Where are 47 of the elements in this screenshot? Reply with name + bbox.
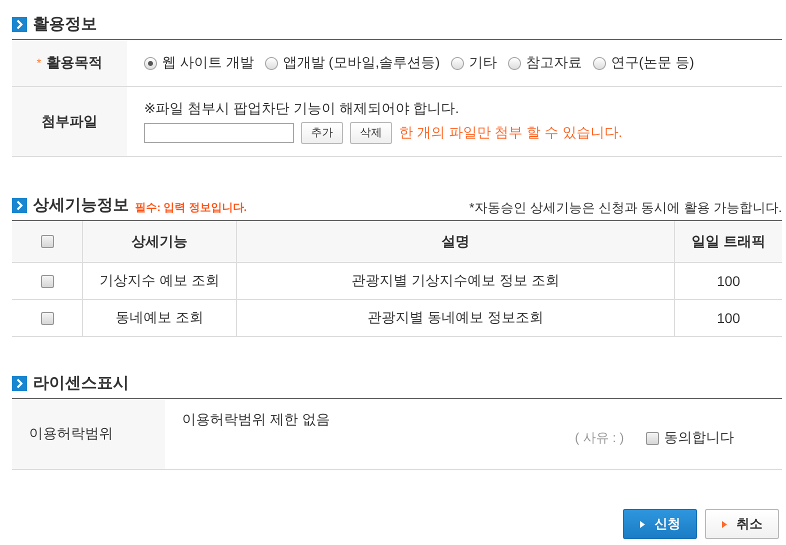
radio-button[interactable] — [264, 56, 278, 70]
chevron-right-icon — [12, 198, 27, 213]
radio-button[interactable] — [508, 56, 521, 70]
table-cell: 관광지별 동네예보 정보조회 — [368, 309, 544, 327]
table-cell: 기상지수 예보 조회 — [100, 272, 220, 290]
radio-label: 기타 — [468, 54, 497, 72]
table-cell: 100 — [716, 273, 740, 289]
table-cell: 관광지별 기상지수예보 정보 조회 — [352, 272, 560, 290]
notice-text: ※파일 첨부시 팝업차단 기능이 해제되어야 합니다. — [144, 100, 460, 118]
reason-text: ( 사유 : ) — [574, 429, 624, 447]
required-note: 필수: 입력 정보입니다. — [135, 200, 247, 214]
submit-button[interactable]: 신청 — [623, 509, 697, 539]
chevron-right-icon — [12, 376, 27, 391]
row-checkbox[interactable] — [40, 274, 54, 288]
radio-button[interactable] — [144, 56, 157, 70]
radio-label: 참고자료 — [526, 54, 582, 72]
add-button[interactable]: 추가 — [301, 122, 343, 144]
section-title: 라이센스표시 — [33, 374, 129, 394]
chevron-right-icon — [12, 17, 27, 32]
required-mark: * — [36, 56, 42, 70]
license-value: 이용허락범위 제한 없음 — [182, 411, 331, 429]
hint-text: 한 개의 파일만 첨부 할 수 있습니다. — [399, 124, 622, 142]
column-header: 상세기능 — [132, 232, 188, 250]
table-cell: 동네예보 조회 — [116, 309, 204, 327]
delete-button[interactable]: 삭제 — [350, 122, 392, 144]
radio-label: 웹 사이트 개발 — [162, 54, 254, 72]
field-label: 이용허락범위 — [29, 425, 113, 443]
select-all-checkbox[interactable] — [40, 235, 54, 248]
agree-checkbox[interactable] — [646, 432, 659, 444]
auto-approval-note: *자동승인 상세기능은 신청과 동시에 활용 가능합니다. — [469, 199, 782, 217]
file-input-field[interactable] — [144, 122, 294, 142]
row-checkbox[interactable] — [40, 312, 54, 324]
section-title: 활용정보 — [33, 15, 97, 35]
radio-button[interactable] — [450, 56, 464, 70]
section-title: 상세기능정보 — [33, 196, 129, 216]
cancel-button[interactable]: 취소 — [705, 509, 779, 539]
field-label: 활용목적 — [46, 54, 102, 72]
radio-label: 연구(논문 등) — [610, 54, 694, 72]
field-label: 첨부파일 — [42, 112, 98, 130]
table-cell: 100 — [716, 310, 740, 326]
radio-label: 앱개발 (모바일,솔루션등) — [282, 54, 440, 72]
agree-label: 동의합니다 — [664, 429, 734, 447]
column-header: 설명 — [442, 232, 470, 250]
radio-button[interactable] — [592, 56, 606, 70]
triangle-right-icon — [722, 520, 726, 528]
triangle-right-icon — [640, 520, 644, 528]
column-header: 일일 트래픽 — [692, 232, 766, 250]
